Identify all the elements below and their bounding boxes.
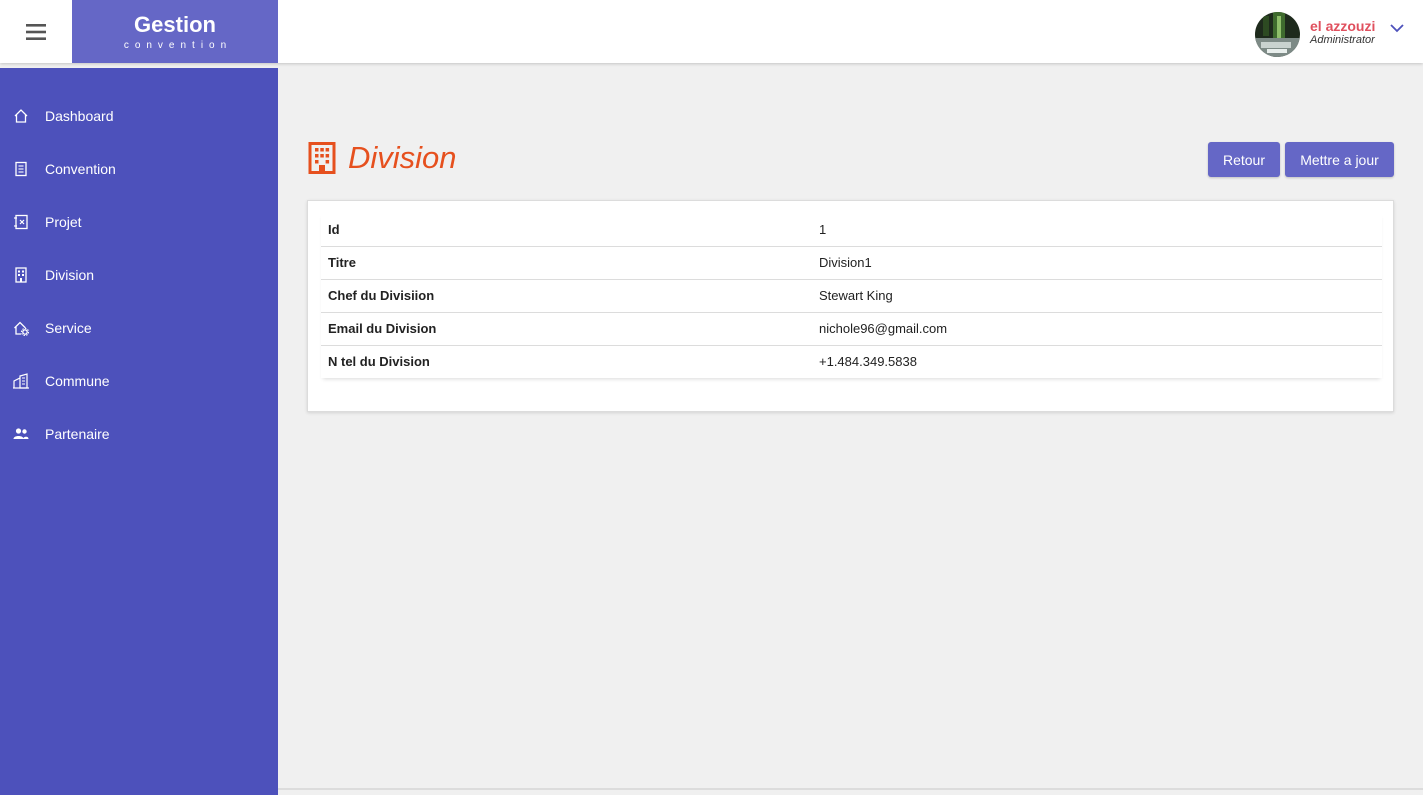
sidebar-item-label: Division (45, 267, 95, 283)
brand-logo[interactable]: Gestion convention (72, 0, 278, 63)
sidebar-item-service[interactable]: Service (0, 308, 278, 348)
field-label: Email du Division (321, 312, 812, 346)
field-label: Chef du Divisiion (321, 279, 812, 313)
field-value: Stewart King (812, 279, 1382, 313)
sidebar-item-partenaire[interactable]: Partenaire (0, 414, 278, 454)
update-button[interactable]: Mettre a jour (1285, 142, 1394, 177)
project-icon (14, 214, 28, 230)
field-label: Titre (321, 246, 812, 280)
building-icon (308, 142, 336, 174)
back-button[interactable]: Retour (1208, 142, 1280, 177)
table-row: Email du Division nichole96@gmail.com (321, 312, 1382, 346)
sidebar: Dashboard Convention Projet Division Ser… (0, 68, 278, 795)
city-icon (13, 373, 29, 389)
sidebar-item-label: Commune (45, 373, 110, 389)
user-name: el azzouzi (1310, 18, 1376, 34)
home-icon (14, 109, 28, 123)
table-row: Titre Division1 (321, 246, 1382, 280)
field-label: Id (321, 213, 812, 247)
sidebar-item-projet[interactable]: Projet (0, 202, 278, 242)
house-gear-icon (14, 321, 29, 336)
menu-toggle-button[interactable] (0, 0, 72, 63)
sidebar-item-dashboard[interactable]: Dashboard (0, 96, 278, 136)
detail-card: Id 1 Titre Division1 Chef du Divisiion S… (307, 200, 1394, 412)
user-menu[interactable]: el azzouzi Administrator (1253, 0, 1423, 63)
avatar[interactable] (1255, 12, 1300, 57)
document-icon (15, 161, 27, 177)
user-role: Administrator (1310, 34, 1375, 46)
top-bar: Gestion convention el azzouzi Administra… (0, 0, 1423, 63)
brand-subtitle: convention (123, 40, 233, 51)
building-icon (15, 267, 27, 283)
page-title: Division (348, 140, 457, 175)
sidebar-item-label: Partenaire (45, 426, 110, 442)
sidebar-item-convention[interactable]: Convention (0, 149, 278, 189)
sidebar-item-division[interactable]: Division (0, 255, 278, 295)
brand-title: Gestion (134, 12, 216, 37)
field-value: +1.484.349.5838 (819, 354, 917, 370)
field-label: N tel du Division (328, 354, 430, 370)
table-row: N tel du Division +1.484.349.5838 (321, 345, 1382, 378)
table-row: Id 1 (321, 213, 1382, 247)
table-row: Chef du Divisiion Stewart King (321, 279, 1382, 313)
footer-divider (278, 788, 1423, 790)
sidebar-item-commune[interactable]: Commune (0, 361, 278, 401)
sidebar-item-label: Dashboard (45, 108, 114, 124)
field-value: 1 (812, 213, 1382, 247)
sidebar-item-label: Projet (45, 214, 82, 230)
field-value: Division1 (812, 246, 1382, 280)
sidebar-item-label: Convention (45, 161, 116, 177)
hamburger-icon (26, 23, 46, 40)
sidebar-item-label: Service (45, 320, 92, 336)
people-icon (13, 428, 29, 439)
field-value: nichole96@gmail.com (812, 312, 1382, 346)
chevron-down-icon[interactable] (1390, 20, 1404, 38)
detail-table: Id 1 Titre Division1 Chef du Divisiion S… (321, 213, 1382, 378)
